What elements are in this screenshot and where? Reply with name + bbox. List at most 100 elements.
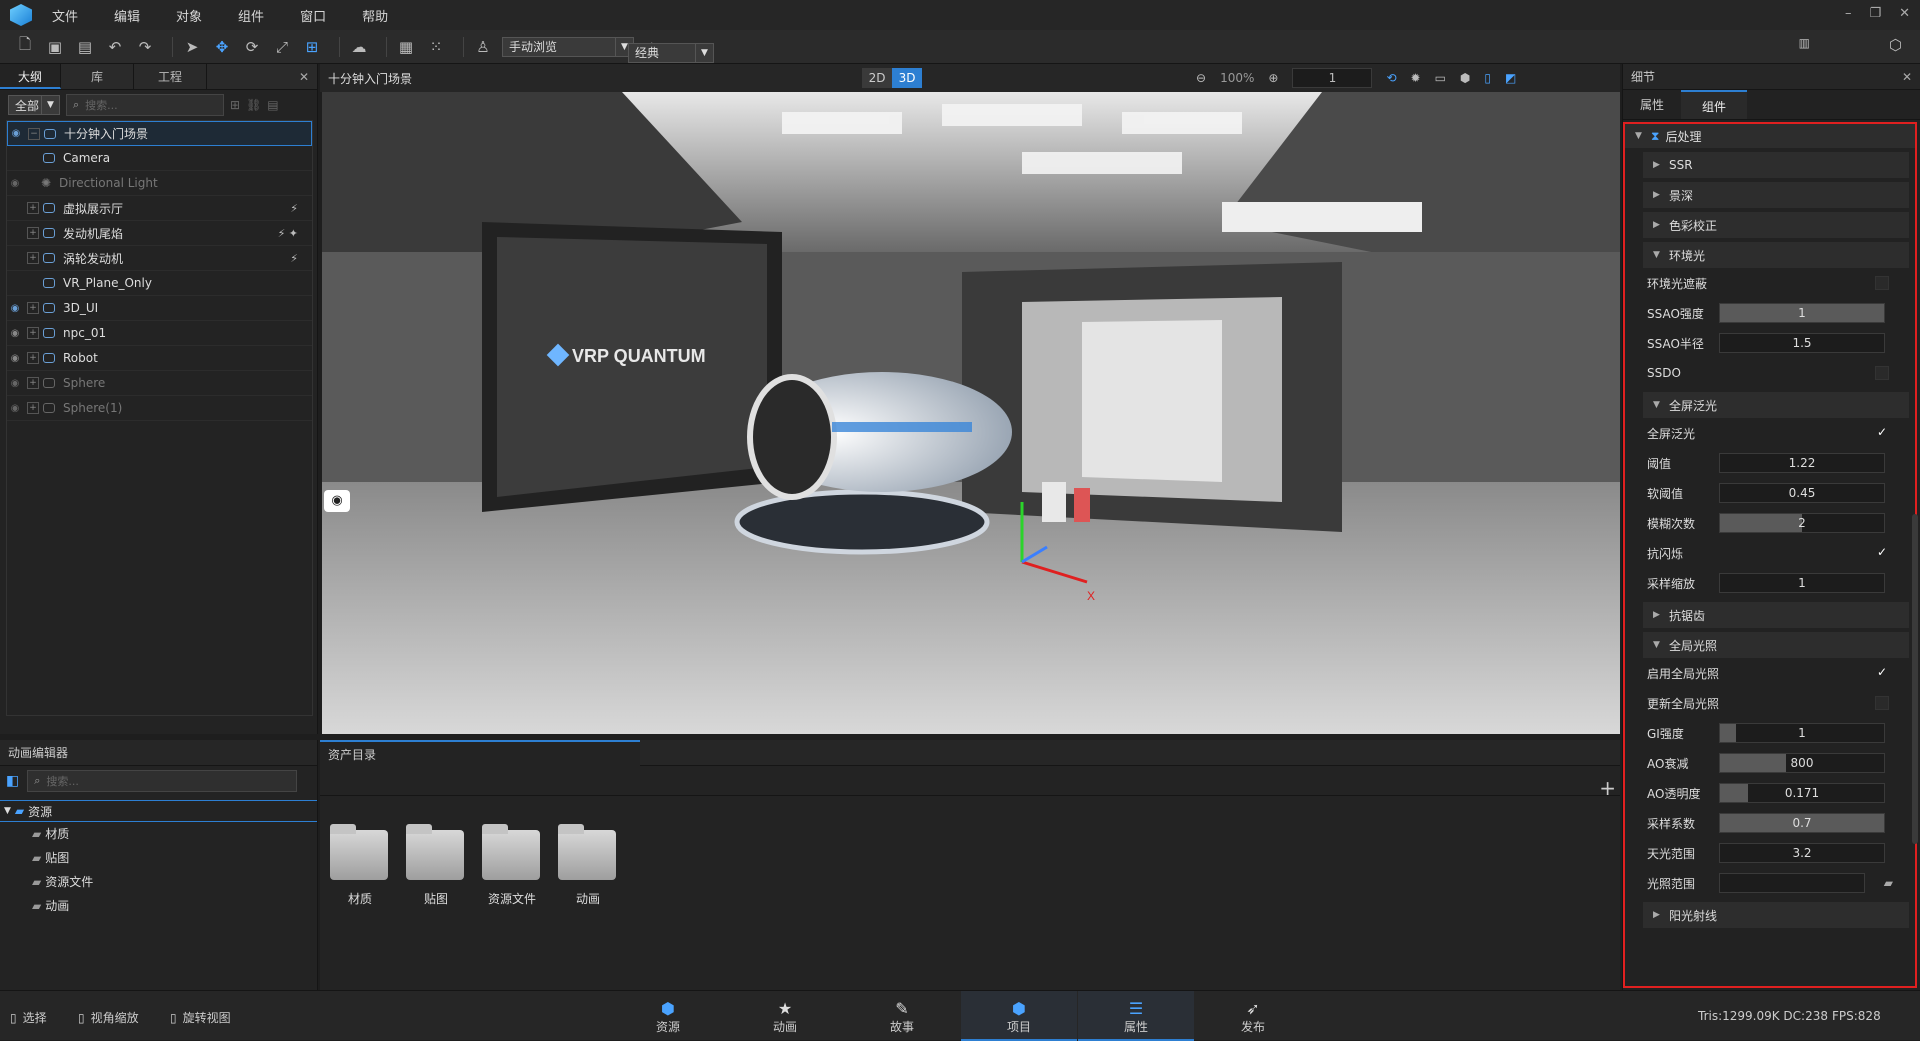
section-dof[interactable]: ▶ 景深	[1643, 182, 1909, 208]
tab-library[interactable]: 库	[61, 64, 135, 89]
tree-item-exhibition-hall[interactable]: + 虚拟展示厅 ⚡	[7, 196, 312, 221]
tab-project[interactable]: 工程	[134, 64, 208, 89]
blur-count-slider[interactable]: 2	[1719, 513, 1885, 533]
ao-decay-slider[interactable]: 800	[1719, 753, 1885, 773]
filter-icon[interactable]: ⊞	[230, 98, 240, 112]
video-camera-icon[interactable]: ▭	[1435, 71, 1446, 85]
tree-item-sphere-1[interactable]: ◉ + Sphere(1)	[7, 396, 312, 421]
grid-icon[interactable]: ▦	[395, 36, 417, 58]
link-icon[interactable]: ⛓	[246, 98, 261, 112]
tree-item-vr-plane[interactable]: VR_Plane_Only	[7, 271, 312, 296]
eye-icon[interactable]: ◉	[8, 128, 24, 139]
menu-object[interactable]: 对象	[176, 6, 202, 25]
add-icon[interactable]: +	[1599, 776, 1616, 800]
details-scrollbar[interactable]	[1912, 514, 1918, 844]
tree-item-camera[interactable]: Camera	[7, 146, 312, 171]
gi-strength-slider[interactable]: 1	[1719, 723, 1885, 743]
menu-help[interactable]: 帮助	[362, 6, 388, 25]
outline-search-input[interactable]: ⌕ 搜索...	[66, 94, 224, 116]
new-file-icon[interactable]: 🗋	[14, 35, 36, 58]
person-icon[interactable]: ♙	[472, 36, 494, 58]
nav-animation[interactable]: ★ 动画	[727, 991, 843, 1041]
nav-project[interactable]: ⬢ 项目	[961, 991, 1077, 1041]
snap-icon[interactable]: ⊞	[301, 36, 323, 58]
expand-icon[interactable]: +	[27, 352, 39, 364]
threshold-input[interactable]: 1.22	[1719, 453, 1885, 473]
tree-item-scene[interactable]: ◉ − 十分钟入门场景	[7, 121, 312, 146]
tree-item-sphere[interactable]: ◉ + Sphere	[7, 371, 312, 396]
tree-item-animations[interactable]: ▰ 动画	[32, 894, 317, 918]
redo-icon[interactable]: ↷	[134, 36, 156, 58]
ao-checkbox[interactable]	[1875, 276, 1889, 290]
tool-zoom-view[interactable]: ▯ 视角缩放	[78, 1009, 139, 1026]
tool-rotate-view[interactable]: ▯ 旋转视图	[170, 1009, 231, 1026]
eye-icon[interactable]: ◉	[7, 328, 23, 339]
settings-hex-icon[interactable]: ⬡	[1889, 36, 1902, 54]
expand-icon[interactable]: +	[27, 327, 39, 339]
ssao-strength-slider[interactable]: 1	[1719, 303, 1885, 323]
close-icon[interactable]: ✕	[1902, 64, 1912, 89]
lock-icon[interactable]: ▯	[1484, 71, 1491, 85]
expand-icon[interactable]: +	[27, 227, 39, 239]
collapse-icon[interactable]: −	[28, 127, 40, 140]
close-icon[interactable]: ✕	[1899, 6, 1910, 21]
expand-icon[interactable]: +	[27, 302, 39, 314]
folder-materials[interactable]: 材质	[330, 824, 390, 907]
filter-select[interactable]: 全部 ▼	[8, 95, 60, 115]
mode-3d-button[interactable]: 3D	[892, 68, 922, 88]
scene-viewport[interactable]: VRP QUANTUM X ◉	[322, 92, 1620, 734]
section-color-correction[interactable]: ▶ 色彩校正	[1643, 212, 1909, 238]
eye-icon[interactable]: ◉	[7, 403, 23, 414]
tree-item-3d-ui[interactable]: ◉ + 3D_UI	[7, 296, 312, 321]
orbit-icon[interactable]: ⟲	[1386, 71, 1396, 85]
tree-item-turbine[interactable]: + 涡轮发动机 ⚡	[7, 246, 312, 271]
tool-select[interactable]: ▯ 选择	[10, 1009, 47, 1026]
asset-catalog-tab[interactable]: 资产目录	[320, 740, 640, 766]
save-icon[interactable]: ▣	[44, 36, 66, 58]
expand-icon[interactable]: +	[27, 252, 39, 264]
tree-item-directional-light[interactable]: ◉ ✺ Directional Light	[7, 171, 312, 196]
sun-icon[interactable]: ✹	[1411, 71, 1421, 85]
section-post-processing[interactable]: ▼ ⧗ 后处理	[1625, 124, 1915, 148]
browse-mode-select[interactable]: 手动浏览 ▼	[502, 36, 634, 57]
frame-input[interactable]: 1	[1292, 68, 1373, 88]
tab-components[interactable]: 组件	[1681, 90, 1747, 119]
eye-icon[interactable]: ◉	[7, 378, 23, 389]
eye-icon[interactable]: ◉	[7, 303, 23, 314]
ssdo-checkbox[interactable]	[1875, 366, 1889, 380]
dots-grid-icon[interactable]: ⁙	[425, 36, 447, 58]
tree-item-resource-files[interactable]: ▰ 资源文件	[32, 870, 317, 894]
eye-icon[interactable]: ◉	[7, 353, 23, 364]
close-icon[interactable]: ✕	[299, 64, 309, 89]
scale-icon[interactable]: ⤢	[271, 36, 293, 58]
restore-icon[interactable]: ❐	[1869, 6, 1881, 21]
nav-properties[interactable]: ☰ 属性	[1078, 991, 1194, 1041]
section-sun-rays[interactable]: ▶ 阳光射线	[1643, 902, 1909, 928]
screenshot-camera-icon[interactable]: ◉	[324, 490, 350, 512]
sky-range-input[interactable]: 3.2	[1719, 843, 1885, 863]
tree-item-robot[interactable]: ◉ + Robot	[7, 346, 312, 371]
minimize-icon[interactable]: –	[1845, 6, 1852, 21]
folder-resource-files[interactable]: 资源文件	[482, 824, 542, 907]
bloom-checkbox[interactable]: ✓	[1875, 426, 1889, 440]
ssao-radius-input[interactable]: 1.5	[1719, 333, 1885, 353]
anti-flicker-checkbox[interactable]: ✓	[1875, 546, 1889, 560]
rotate-icon[interactable]: ⟳	[241, 36, 263, 58]
nav-story[interactable]: ✎ 故事	[844, 991, 960, 1041]
ao-alpha-slider[interactable]: 0.171	[1719, 783, 1885, 803]
save-as-icon[interactable]: ▤	[74, 36, 96, 58]
tree-item-materials[interactable]: ▰ 材质	[32, 822, 317, 846]
tab-outline[interactable]: 大纲	[0, 64, 62, 89]
nav-publish[interactable]: ➶ 发布	[1195, 991, 1311, 1041]
section-ambient-light[interactable]: ▼ 环境光	[1643, 242, 1909, 268]
section-global-illumination[interactable]: ▼ 全局光照	[1643, 632, 1909, 658]
tree-item-npc[interactable]: ◉ + npc_01	[7, 321, 312, 346]
eye-icon[interactable]: ◉	[7, 178, 23, 189]
expand-icon[interactable]: +	[27, 377, 39, 389]
expand-icon[interactable]: +	[27, 402, 39, 414]
gi-enable-checkbox[interactable]: ✓	[1875, 666, 1889, 680]
export-icon[interactable]: ▤	[267, 98, 278, 112]
section-bloom[interactable]: ▼ 全屏泛光	[1643, 392, 1909, 418]
tree-item-engine-flame[interactable]: + 发动机尾焰 ⚡ ✦	[7, 221, 312, 246]
undo-icon[interactable]: ↶	[104, 36, 126, 58]
